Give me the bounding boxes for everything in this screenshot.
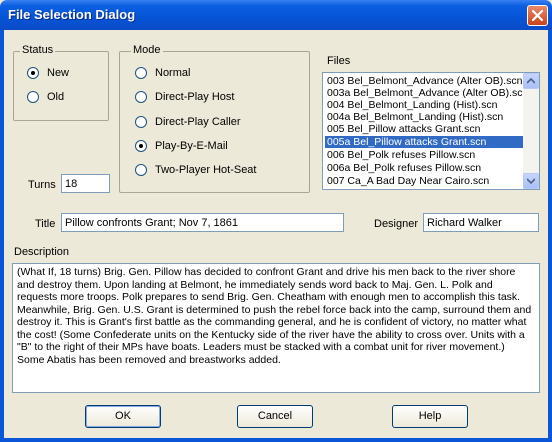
- files-label: Files: [327, 55, 351, 67]
- scroll-down-button[interactable]: [523, 173, 539, 189]
- status-radio-new-label: New: [47, 67, 70, 79]
- window-border-bottom: [0, 438, 552, 442]
- designer-label: Designer: [374, 218, 419, 230]
- file-list-item[interactable]: 005 Bel_Pillow attacks Grant.scn: [325, 123, 523, 135]
- mode-radio-normal[interactable]: Normal: [135, 67, 190, 79]
- radio-indicator: [27, 91, 39, 103]
- scroll-up-button[interactable]: [523, 73, 539, 89]
- window-border-right: [548, 30, 552, 442]
- description-label: Description: [14, 246, 70, 258]
- cancel-button[interactable]: Cancel: [237, 405, 313, 428]
- mode-radio-direct-play-caller-label: Direct-Play Caller: [155, 116, 241, 128]
- status-radio-old[interactable]: Old: [27, 91, 64, 103]
- help-button[interactable]: Help: [392, 405, 468, 428]
- file-list-item[interactable]: 003a Bel_Belmont_Advance (Alter OB).scn: [325, 87, 523, 99]
- ok-button[interactable]: OK: [85, 405, 161, 428]
- file-list-item[interactable]: 003 Bel_Belmont_Advance (Alter OB).scn: [325, 75, 523, 87]
- status-group: [13, 51, 109, 121]
- window-title: File Selection Dialog: [8, 7, 136, 22]
- window-border-left: [0, 30, 4, 442]
- mode-radio-direct-play-caller[interactable]: Direct-Play Caller: [135, 116, 241, 128]
- arrow-down-icon: [527, 178, 535, 184]
- turns-field[interactable]: 18: [61, 174, 110, 193]
- status-group-label: Status: [20, 44, 56, 56]
- file-list-item[interactable]: 007 Ca_A Bad Day Near Cairo.scn: [325, 175, 523, 187]
- mode-radio-play-by-email-label: Play-By-E-Mail: [155, 140, 228, 152]
- radio-indicator: [135, 116, 147, 128]
- mode-group-label: Mode: [131, 44, 163, 56]
- radio-indicator: [135, 91, 147, 103]
- status-radio-new[interactable]: New: [27, 67, 69, 79]
- status-radio-old-label: Old: [47, 91, 65, 103]
- title-label: Title: [35, 218, 56, 230]
- mode-radio-two-player-hot-seat-label: Two-Player Hot-Seat: [155, 164, 257, 176]
- title-bar: File Selection Dialog: [0, 0, 552, 30]
- title-field[interactable]: Pillow confronts Grant; Nov 7, 1861: [61, 213, 344, 232]
- mode-radio-normal-label: Normal: [155, 67, 191, 79]
- radio-indicator: [27, 67, 39, 79]
- file-list-item-selected[interactable]: 005a Bel_Pillow attacks Grant.scn: [325, 136, 523, 148]
- file-list-item[interactable]: 004 Bel_Belmont_Landing (Hist).scn: [325, 99, 523, 111]
- files-listbox[interactable]: 003 Bel_Belmont_Advance (Alter OB).scn 0…: [322, 72, 540, 190]
- close-icon: [532, 10, 543, 21]
- radio-indicator: [135, 67, 147, 79]
- arrow-up-icon: [527, 78, 535, 84]
- file-list-item[interactable]: 004a Bel_Belmont_Landing (Hist).scn: [325, 111, 523, 123]
- designer-field[interactable]: Richard Walker: [423, 213, 539, 232]
- file-list-item[interactable]: 006a Bel_Polk refuses Pillow.scn: [325, 162, 523, 174]
- files-scrollbar[interactable]: [523, 73, 539, 189]
- mode-radio-two-player-hot-seat[interactable]: Two-Player Hot-Seat: [135, 164, 256, 176]
- radio-indicator: [135, 164, 147, 176]
- mode-radio-direct-play-host[interactable]: Direct-Play Host: [135, 91, 234, 103]
- description-textarea[interactable]: (What If, 18 turns) Brig. Gen. Pillow ha…: [12, 263, 540, 393]
- mode-radio-direct-play-host-label: Direct-Play Host: [155, 91, 235, 103]
- file-list-item[interactable]: 006 Bel_Polk refuses Pillow.scn: [325, 149, 523, 161]
- close-button[interactable]: [527, 5, 548, 26]
- mode-radio-play-by-email[interactable]: Play-By-E-Mail: [135, 140, 228, 152]
- turns-label: Turns: [28, 179, 56, 191]
- radio-indicator: [135, 140, 147, 152]
